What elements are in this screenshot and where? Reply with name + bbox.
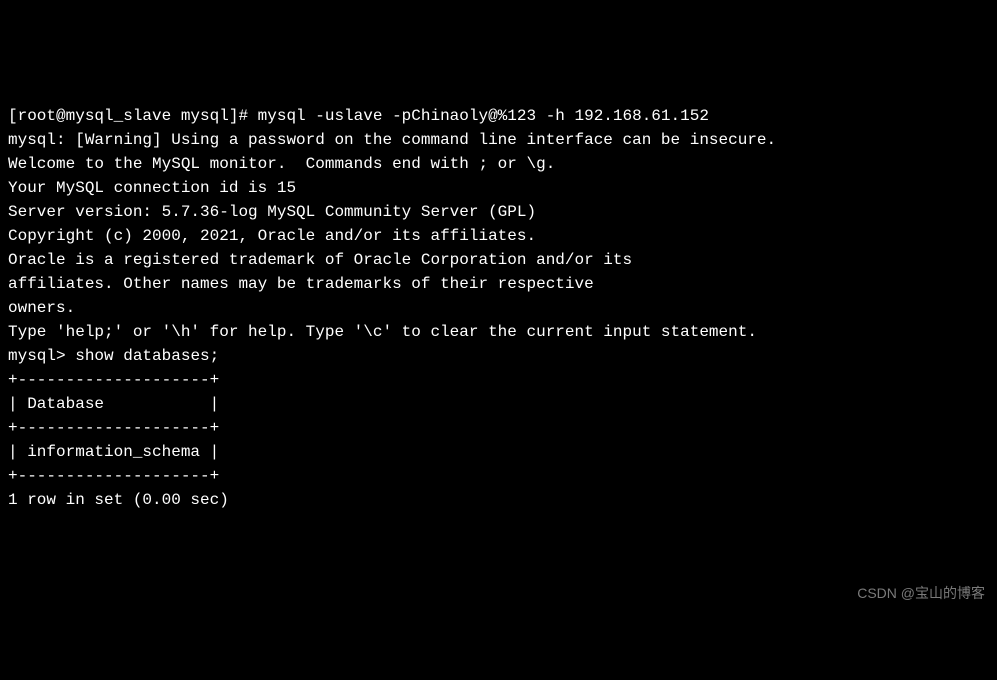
- result-summary: 1 row in set (0.00 sec): [8, 488, 989, 512]
- shell-prompt: [root@mysql_slave mysql]#: [8, 107, 258, 125]
- help-line: Type 'help;' or '\h' for help. Type '\c'…: [8, 320, 989, 344]
- mysql-prompt: mysql>: [8, 347, 75, 365]
- table-border-bottom: +--------------------+: [8, 464, 989, 488]
- show-databases-command: show databases;: [75, 347, 219, 365]
- trademark-line-3: owners.: [8, 296, 989, 320]
- table-border-top: +--------------------+: [8, 368, 989, 392]
- server-version-line: Server version: 5.7.36-log MySQL Communi…: [8, 200, 989, 224]
- trademark-line-2: affiliates. Other names may be trademark…: [8, 272, 989, 296]
- command-line-1: [root@mysql_slave mysql]# mysql -uslave …: [8, 104, 989, 128]
- trademark-line-1: Oracle is a registered trademark of Orac…: [8, 248, 989, 272]
- terminal-output[interactable]: [root@mysql_slave mysql]# mysql -uslave …: [8, 104, 989, 512]
- warning-line: mysql: [Warning] Using a password on the…: [8, 128, 989, 152]
- copyright-line: Copyright (c) 2000, 2021, Oracle and/or …: [8, 224, 989, 248]
- connection-id-line: Your MySQL connection id is 15: [8, 176, 989, 200]
- welcome-line: Welcome to the MySQL monitor. Commands e…: [8, 152, 989, 176]
- table-border-mid: +--------------------+: [8, 416, 989, 440]
- watermark-text: CSDN @宝山的博客: [857, 583, 985, 604]
- table-row: | information_schema |: [8, 440, 989, 464]
- command-line-2: mysql> show databases;: [8, 344, 989, 368]
- table-header: | Database |: [8, 392, 989, 416]
- mysql-command: mysql -uslave -pChinaoly@%123 -h 192.168…: [258, 107, 709, 125]
